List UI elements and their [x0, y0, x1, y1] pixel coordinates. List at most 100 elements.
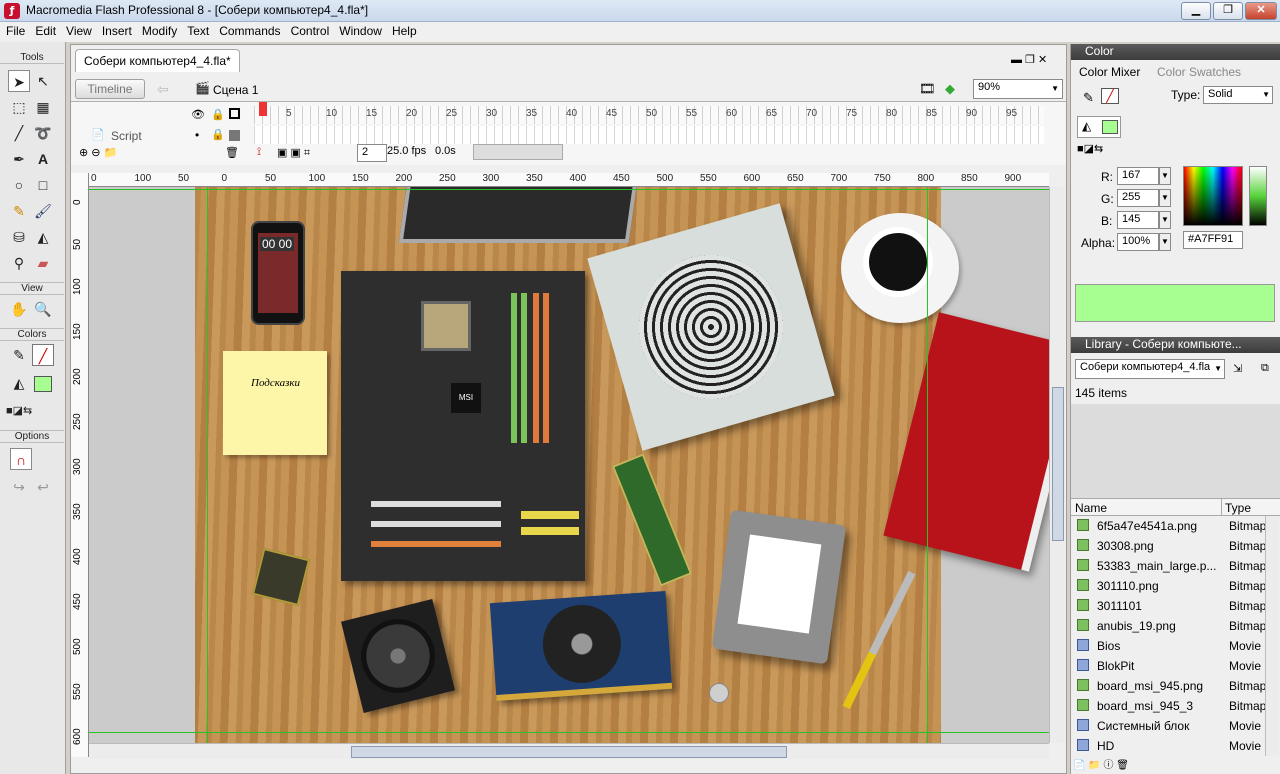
- oval-tool-icon[interactable]: ○: [8, 174, 30, 196]
- book-image[interactable]: [883, 312, 1049, 572]
- graphics-card-image[interactable]: [489, 590, 673, 702]
- alpha-input[interactable]: 100%: [1117, 233, 1159, 251]
- green-dropdown[interactable]: ▼: [1159, 189, 1171, 207]
- layer-lock-icon[interactable]: 🔒: [211, 128, 225, 141]
- library-item[interactable]: 6f5a47e4541a.png Bitmap: [1073, 516, 1279, 536]
- sticky-note[interactable]: Подсказки: [223, 351, 327, 455]
- hand-tool-icon[interactable]: ✋: [8, 298, 30, 320]
- library-item[interactable]: board_msi_945.png Bitmap: [1073, 676, 1279, 696]
- swap-colors-icons[interactable]: ■◪⇆: [1077, 142, 1103, 155]
- tab-color-swatches[interactable]: Color Swatches: [1157, 65, 1241, 79]
- stage-vertical-scrollbar[interactable]: [1049, 187, 1065, 743]
- straighten-icon[interactable]: ↩: [32, 476, 54, 498]
- gradient-transform-icon[interactable]: ▦: [32, 96, 54, 118]
- screwdriver-image[interactable]: [842, 570, 916, 710]
- menu-insert[interactable]: Insert: [96, 22, 136, 38]
- menu-help[interactable]: Help: [386, 22, 421, 38]
- maximize-button[interactable]: ❐: [1213, 2, 1243, 20]
- snap-to-objects-icon[interactable]: ∩: [10, 448, 32, 470]
- color-spectrum[interactable]: [1183, 166, 1243, 226]
- layer-frames[interactable]: [254, 126, 1044, 144]
- red-dropdown[interactable]: ▼: [1159, 167, 1171, 185]
- pencil-tool-icon[interactable]: ✎: [8, 200, 30, 222]
- document-tab[interactable]: Собери компьютер4_4.fla*: [75, 49, 240, 72]
- paint-bucket-icon[interactable]: ◭: [32, 226, 54, 248]
- layer-outline-icon[interactable]: [229, 130, 240, 141]
- delete-layer-icon[interactable]: 🗑: [225, 146, 239, 159]
- lasso-tool-icon[interactable]: ➰: [32, 122, 54, 144]
- menu-commands[interactable]: Commands: [213, 22, 284, 38]
- brush-tool-icon[interactable]: 🖌: [32, 200, 54, 222]
- eraser-tool-icon[interactable]: ▰: [32, 252, 54, 274]
- fill-color-icon[interactable]: ◭: [8, 372, 30, 394]
- doc-window-controls[interactable]: ▬ ❐ ✕: [1011, 53, 1047, 66]
- zoom-tool-icon[interactable]: 🔍: [32, 298, 54, 320]
- menu-file[interactable]: File: [0, 22, 29, 38]
- free-transform-icon[interactable]: ⬚: [8, 96, 30, 118]
- subselection-tool-icon[interactable]: ↖: [32, 70, 54, 92]
- onion-skin-icons[interactable]: ▣ ▣ ⌗: [277, 146, 310, 160]
- fill-swatch[interactable]: [34, 376, 52, 392]
- selection-tool-icon[interactable]: ➤: [8, 70, 30, 92]
- coin-battery-image[interactable]: [709, 683, 729, 703]
- pasteboard[interactable]: 00 00 Подсказки MSI: [89, 187, 1049, 745]
- cooler-fan-image[interactable]: [341, 599, 455, 713]
- pen-tool-icon[interactable]: ✒: [8, 148, 30, 170]
- alpha-dropdown[interactable]: ▼: [1159, 233, 1171, 251]
- hscroll-thumb[interactable]: [351, 746, 787, 758]
- ink-bottle-icon[interactable]: ⛁: [8, 226, 30, 248]
- default-colors-icon[interactable]: ■◪⇆: [6, 400, 32, 422]
- hex-input[interactable]: #A7FF91: [1183, 231, 1243, 249]
- timeline-toggle-button[interactable]: Timeline: [75, 79, 145, 99]
- menu-control[interactable]: Control: [285, 22, 334, 38]
- line-tool-icon[interactable]: ╱: [8, 122, 30, 144]
- library-item[interactable]: Bios Movie: [1073, 636, 1279, 656]
- library-item[interactable]: 3011101 Bitmap: [1073, 596, 1279, 616]
- minimize-button[interactable]: ▁: [1181, 2, 1211, 20]
- fill-type-select[interactable]: Solid ▼: [1203, 86, 1273, 104]
- cpu-image[interactable]: [251, 547, 311, 607]
- library-document-select[interactable]: Собери компьютер4_4.fla ▼: [1075, 359, 1225, 379]
- edit-scene-icon[interactable]: 🎞: [919, 81, 936, 97]
- library-item[interactable]: 53383_main_large.p... Bitmap: [1073, 556, 1279, 576]
- green-input[interactable]: 255: [1117, 189, 1159, 207]
- insert-layer-icon[interactable]: ⊕ ⊖ 📁: [79, 146, 117, 159]
- smooth-icon[interactable]: ↪: [8, 476, 30, 498]
- library-panel-header[interactable]: Library - Собери компьюте...: [1071, 337, 1280, 353]
- stage[interactable]: 00 00 Подсказки MSI: [195, 187, 1049, 745]
- menu-edit[interactable]: Edit: [29, 22, 60, 38]
- library-item[interactable]: HD Movie: [1073, 736, 1279, 756]
- library-item[interactable]: BlokPit Movie: [1073, 656, 1279, 676]
- coffee-cup-image[interactable]: [841, 213, 959, 323]
- library-item[interactable]: anubis_19.png Bitmap: [1073, 616, 1279, 636]
- blue-input[interactable]: 145: [1117, 211, 1159, 229]
- library-item[interactable]: board_msi_945_3 Bitmap: [1073, 696, 1279, 716]
- layer-visible-dot[interactable]: •: [195, 128, 199, 142]
- menu-window[interactable]: Window: [333, 22, 386, 38]
- center-frame-icon[interactable]: ⟟: [257, 146, 261, 159]
- library-scrollbar[interactable]: [1265, 516, 1279, 756]
- monitor-image[interactable]: [398, 187, 638, 243]
- back-arrow-icon[interactable]: ⇦: [157, 81, 169, 98]
- new-library-panel-icon[interactable]: ⧉: [1261, 362, 1269, 375]
- library-footer-icons[interactable]: 📄 📁 ⓘ 🗑: [1073, 756, 1129, 771]
- ram-module-image[interactable]: [611, 453, 693, 587]
- brightness-slider[interactable]: [1249, 166, 1267, 226]
- playhead[interactable]: [259, 102, 267, 116]
- outline-icon[interactable]: [229, 108, 240, 119]
- stage-horizontal-scrollbar[interactable]: [89, 743, 1049, 759]
- pin-library-icon[interactable]: ⇲: [1233, 362, 1242, 375]
- vscroll-thumb[interactable]: [1052, 387, 1064, 541]
- rectangle-tool-icon[interactable]: □: [32, 174, 54, 196]
- blue-dropdown[interactable]: ▼: [1159, 211, 1171, 229]
- column-type-header[interactable]: Type: [1225, 501, 1251, 515]
- motherboard-image[interactable]: MSI: [341, 271, 585, 581]
- eye-icon[interactable]: 👁: [191, 108, 205, 121]
- stroke-color-icon[interactable]: ✎: [8, 344, 30, 366]
- layer-row[interactable]: 📄 Script • 🔒: [71, 126, 1066, 144]
- library-item[interactable]: Системный блок Movie: [1073, 716, 1279, 736]
- zoom-select[interactable]: 90% ▼: [973, 79, 1063, 99]
- library-item[interactable]: 30308.png Bitmap: [1073, 536, 1279, 556]
- hard-drive-image[interactable]: [711, 509, 847, 665]
- column-name-header[interactable]: Name: [1075, 501, 1107, 515]
